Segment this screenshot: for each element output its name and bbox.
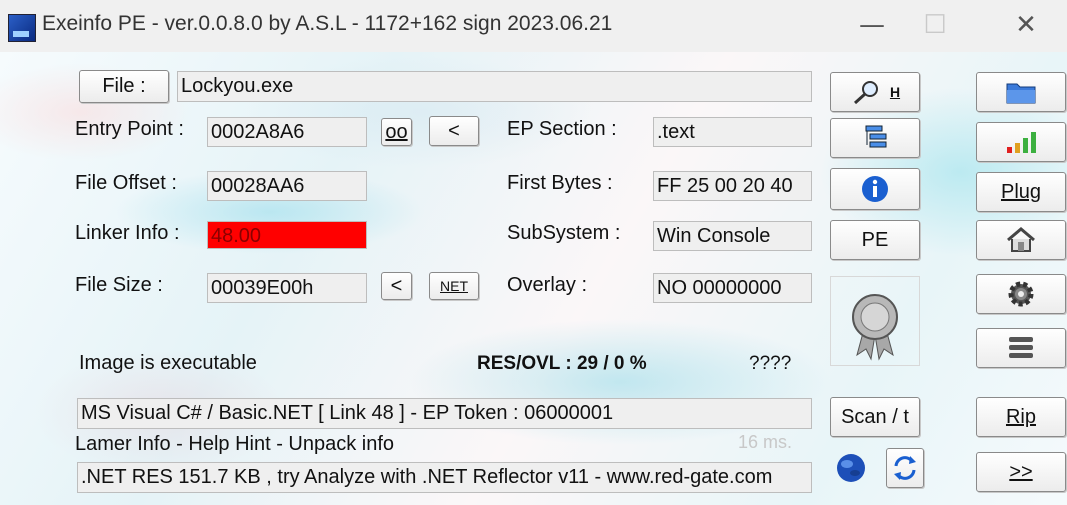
- hint-field[interactable]: .NET RES 151.7 KB , try Analyze with .NE…: [77, 462, 812, 493]
- ep-prev-button[interactable]: <: [429, 116, 479, 146]
- unknown-text: ????: [749, 353, 792, 374]
- first-bytes-field[interactable]: FF 25 00 20 40: [653, 171, 812, 201]
- minimize-button[interactable]: —: [842, 0, 902, 52]
- file-size-label: File Size :: [75, 274, 163, 296]
- refresh-icon: [894, 456, 916, 480]
- net-button[interactable]: NET: [429, 272, 479, 300]
- scan-button[interactable]: Scan / t: [830, 397, 920, 437]
- file-offset-field[interactable]: 00028AA6: [207, 171, 367, 201]
- size-prev-label: <: [390, 274, 403, 297]
- scan-button-label: Scan / t: [841, 405, 909, 428]
- entry-point-field[interactable]: 0002A8A6: [207, 117, 367, 147]
- title-bar[interactable]: Exeinfo PE - ver.0.0.8.0 by A.S.L - 1172…: [0, 0, 1067, 52]
- file-button-label: File :: [102, 75, 146, 97]
- res-ovl-text: RES/OVL : 29 / 0 %: [477, 353, 647, 374]
- stats-button[interactable]: [976, 122, 1066, 162]
- file-open-button[interactable]: File :: [79, 70, 169, 103]
- linker-info-field[interactable]: 48.00: [207, 221, 367, 249]
- menu-button[interactable]: [976, 328, 1066, 368]
- pe-button[interactable]: PE: [830, 220, 920, 260]
- oo-button[interactable]: oo: [381, 118, 412, 146]
- rip-button-label: Rip: [1005, 405, 1036, 428]
- rip-button[interactable]: Rip: [976, 397, 1066, 437]
- oo-button-label: oo: [385, 120, 408, 143]
- timing-text: 16 ms.: [738, 432, 793, 452]
- open-folder-button[interactable]: [976, 72, 1066, 112]
- list-menu-icon: [1009, 337, 1033, 358]
- next-button-label: >>: [1009, 460, 1033, 483]
- net-button-label: NET: [440, 278, 468, 294]
- section-tree-icon: [865, 125, 887, 148]
- web-globe-button[interactable]: [834, 451, 868, 485]
- home-icon: [1007, 227, 1035, 252]
- medal-panel: [830, 276, 920, 366]
- info-icon: [862, 176, 888, 202]
- plugins-button[interactable]: Plug: [976, 172, 1066, 212]
- file-offset-label: File Offset :: [75, 172, 177, 194]
- signal-bars-icon: [1007, 132, 1036, 153]
- ep-prev-label: <: [448, 119, 460, 142]
- info-button[interactable]: [830, 168, 920, 210]
- medal-icon: [852, 294, 898, 361]
- gear-icon: [1008, 281, 1034, 307]
- next-button[interactable]: >>: [976, 452, 1066, 492]
- ep-section-label: EP Section :: [507, 118, 617, 140]
- linker-info-label: Linker Info :: [75, 222, 180, 244]
- entry-point-label: Entry Point :: [75, 118, 184, 140]
- hint-text: .NET RES 151.7 KB , try Analyze with .NE…: [81, 466, 773, 488]
- main-panel: File : Lockyou.exe Entry Point : 0002A8A…: [0, 52, 1067, 505]
- plug-button-label: Plug: [1000, 180, 1042, 203]
- search-h-button[interactable]: H: [830, 72, 920, 112]
- subsystem-field[interactable]: Win Console: [653, 221, 812, 251]
- detection-result-field[interactable]: MS Visual C# / Basic.NET [ Link 48 ] - E…: [77, 398, 812, 429]
- overlay-field[interactable]: NO 00000000: [653, 273, 812, 303]
- app-icon: [8, 14, 36, 42]
- home-button[interactable]: [976, 220, 1066, 260]
- h-label: H: [889, 84, 901, 100]
- image-status-text: Image is executable: [79, 352, 257, 374]
- refresh-button[interactable]: [886, 448, 924, 488]
- size-prev-button[interactable]: <: [381, 272, 412, 300]
- settings-button[interactable]: [976, 274, 1066, 314]
- overlay-label: Overlay :: [507, 274, 588, 296]
- folder-icon: [1006, 83, 1036, 104]
- pe-button-label: PE: [861, 228, 889, 251]
- file-name-field[interactable]: Lockyou.exe: [177, 71, 812, 102]
- exeinfo-window: Exeinfo PE - ver.0.0.8.0 by A.S.L - 1172…: [0, 0, 1067, 505]
- globe-icon: [837, 454, 865, 482]
- subsystem-label: SubSystem :: [507, 222, 621, 244]
- magnifier-icon: [853, 81, 878, 105]
- window-title: Exeinfo PE - ver.0.0.8.0 by A.S.L - 1172…: [42, 12, 613, 35]
- ep-section-field[interactable]: .text: [653, 117, 812, 147]
- file-size-field[interactable]: 00039E00h: [207, 273, 367, 303]
- close-button[interactable]: ✕: [996, 0, 1056, 52]
- first-bytes-label: First Bytes :: [507, 172, 613, 194]
- maximize-button: ☐: [923, 10, 947, 40]
- section-view-button[interactable]: [830, 118, 920, 158]
- lamer-info-text: Lamer Info - Help Hint - Unpack info: [75, 433, 395, 455]
